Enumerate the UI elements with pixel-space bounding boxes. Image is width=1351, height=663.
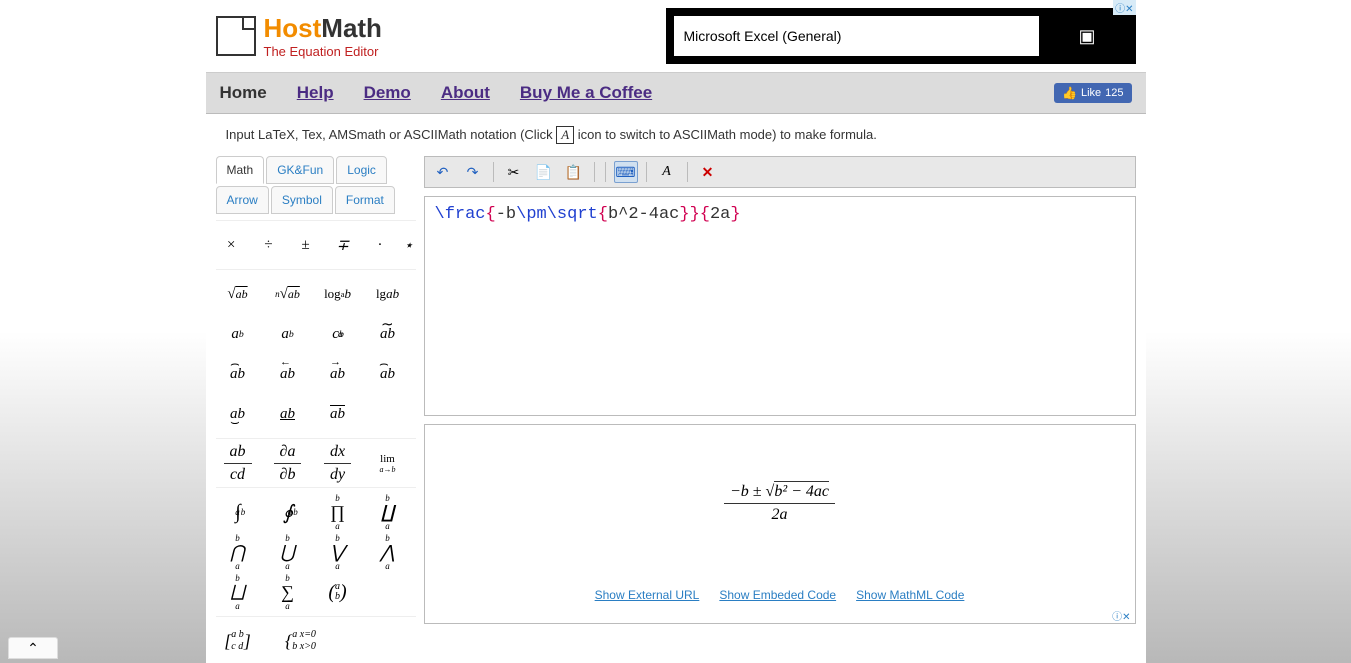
sym-int[interactable]: ∫ba [216,498,260,526]
sym-bigwedge[interactable]: b⋀a [366,538,410,566]
instruction-text: Input LaTeX, Tex, AMSmath or ASCIIMath n… [206,114,1146,156]
link-external-url[interactable]: Show External URL [595,588,700,602]
logo[interactable]: HostMath The Equation Editor [216,13,382,59]
sym-oint[interactable]: ∮ba [266,498,310,526]
preview-links: Show External URL Show Embeded Code Show… [425,582,1135,608]
undo-button[interactable]: ↶ [431,161,455,183]
sidebar-tabs: Math GK&Fun Logic Arrow Symbol Format [216,156,416,214]
tab-symbol[interactable]: Symbol [271,186,333,214]
sym-larrow[interactable]: ab← [266,360,310,388]
link-mathml[interactable]: Show MathML Code [856,588,964,602]
nav-help[interactable]: Help [297,83,334,103]
sym-deriv[interactable]: dxdy [316,449,360,477]
sym-times[interactable]: × [216,231,247,259]
sym-hat[interactable]: ab⌢ [216,360,260,388]
tab-arrow[interactable]: Arrow [216,186,269,214]
sym-matrix[interactable]: [a bc d] [216,627,260,655]
tab-math[interactable]: Math [216,156,265,184]
close-button[interactable]: ✕ [696,161,720,183]
tab-format[interactable]: Format [335,186,395,214]
sym-lg[interactable]: lg ab [366,280,410,308]
logo-tagline: The Equation Editor [264,44,382,59]
formula-preview: −b ± √b² − 4ac 2a Show External URL Show… [424,424,1136,624]
sym-bigvee[interactable]: b⋁a [316,538,360,566]
sym-log[interactable]: logab [316,280,360,308]
sym-tilde[interactable]: ab∼ [366,320,410,348]
logo-title: HostMath [264,13,382,44]
bottom-ad-close-icon[interactable]: ⓘ✕ [425,608,1135,623]
fb-like-button[interactable]: 👍 Like 125 [1054,83,1132,103]
sym-bigcup[interactable]: b⋃a [266,538,310,566]
tab-logic[interactable]: Logic [336,156,387,184]
symbol-sidebar: Math GK&Fun Logic Arrow Symbol Format × … [216,156,416,661]
ascii-toggle-icon: A [556,126,574,144]
sym-binom[interactable]: (ab) [316,578,360,606]
scroll-top-button[interactable]: ⌃ [8,637,58,659]
rendered-formula: −b ± √b² − 4ac 2a [425,425,1135,582]
sym-frac[interactable]: abcd [216,449,260,477]
sym-coprod[interactable]: b∐a [366,498,410,526]
keyboard-button[interactable]: ⌨ [614,161,638,183]
sym-pm[interactable]: ± [290,231,321,259]
sym-star[interactable]: ⋆ [401,231,415,259]
sym-div[interactable]: ÷ [253,231,284,259]
redo-button[interactable]: ↷ [461,161,485,183]
italic-button[interactable]: A [655,161,679,183]
sym-widehat[interactable]: ab⌢ [366,360,410,388]
link-embed-code[interactable]: Show Embeded Code [719,588,836,602]
sym-partial[interactable]: ∂a∂b [266,449,310,477]
sym-rarrow[interactable]: ab→ [316,360,360,388]
editor-area: ↶ ↷ ✂ 📄 📋 ⌨ A ✕ \frac{-b\pm\sqrt{b^2-4ac… [424,156,1136,661]
nav-about[interactable]: About [441,83,490,103]
sym-sub[interactable]: ab [266,320,310,348]
sym-bigsqcup[interactable]: b⨆a [216,578,260,606]
logo-icon [216,16,256,56]
editor-toolbar: ↶ ↷ ✂ 📄 📋 ⌨ A ✕ [424,156,1136,188]
ad-close-icon[interactable]: ⓘ✕ [1113,0,1135,15]
sym-prod[interactable]: b∏a [316,498,360,526]
latex-input[interactable]: \frac{-b\pm\sqrt{b^2-4ac}}{2a} [424,196,1136,416]
sym-nthroot[interactable]: n√ab [266,280,310,308]
sym-sup[interactable]: ab [216,320,260,348]
sym-underline[interactable]: ab [266,400,310,428]
nav-bar: Home Help Demo About Buy Me a Coffee 👍 L… [206,73,1146,114]
ad-text: Microsoft Excel (General) [674,16,1039,56]
symbol-grid: × ÷ ± ∓ · ⋆ √ab n√ab logab lg ab ab ab [216,220,416,661]
sym-sum[interactable]: b∑a [266,578,310,606]
copy-button[interactable]: 📄 [532,161,556,183]
tab-gkfun[interactable]: GK&Fun [266,156,334,184]
nav-coffee[interactable]: Buy Me a Coffee [520,83,652,103]
cut-button[interactable]: ✂ [502,161,526,183]
ad-logo: ▣ ⓘ✕ [1039,8,1136,64]
sym-cases[interactable]: {a x=0b x>0 [266,627,336,655]
nav-home[interactable]: Home [220,83,267,103]
sym-bigcap[interactable]: b⋂a [216,538,260,566]
ad-banner[interactable]: Microsoft Excel (General) ▣ ⓘ✕ [666,8,1136,64]
sym-sqrt[interactable]: √ab [216,280,260,308]
sym-mp[interactable]: ∓ [327,231,358,259]
sym-subsup[interactable]: cba [316,320,360,348]
nav-demo[interactable]: Demo [364,83,411,103]
paste-button[interactable]: 📋 [562,161,586,183]
header: HostMath The Equation Editor Microsoft E… [206,0,1146,73]
sym-overline[interactable]: ab [316,400,360,428]
thumb-icon: 👍 [1062,86,1077,100]
sym-underbrace[interactable]: ab⌣ [216,400,260,428]
sym-cdot[interactable]: · [364,231,395,259]
sym-lim[interactable]: lima→b [366,449,410,477]
